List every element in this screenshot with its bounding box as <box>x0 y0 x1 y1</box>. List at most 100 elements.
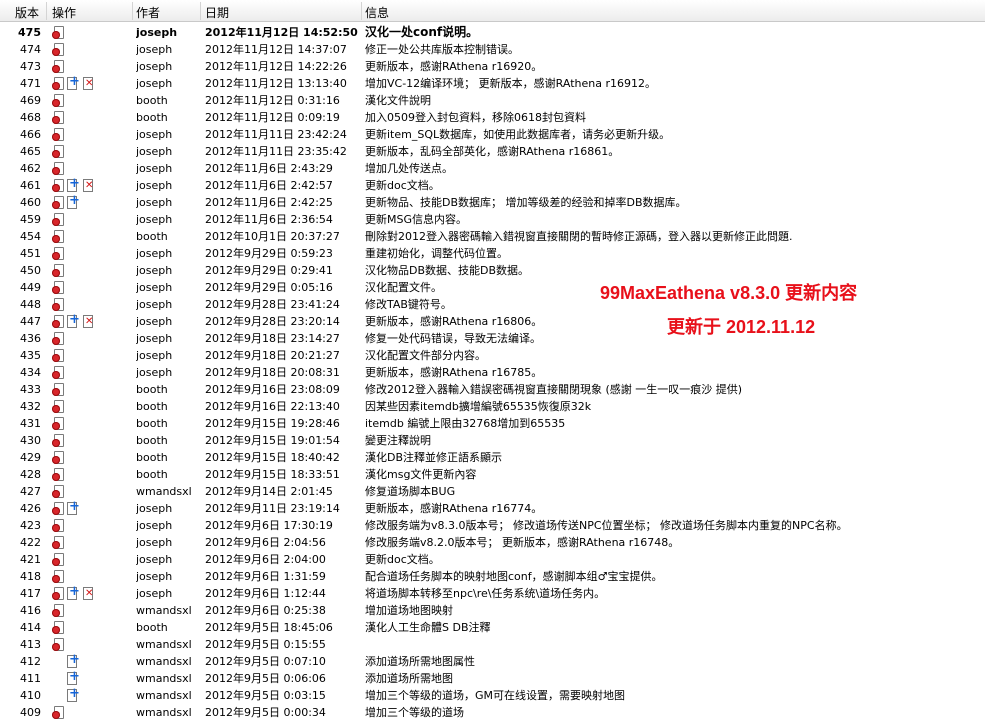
file-delete-icon[interactable] <box>82 587 94 600</box>
file-delete-icon[interactable] <box>82 179 94 192</box>
file-add-icon[interactable] <box>66 687 80 702</box>
file-doc-icon[interactable] <box>52 213 64 226</box>
column-divider[interactable] <box>46 2 47 20</box>
log-row[interactable]: 465 joseph 2012年11月11日 23:35:42 更新版本，乱码全部英化… <box>0 143 985 160</box>
log-row[interactable]: 475 joseph 2012年11月12日 14:52:50 汉化一处conf说明。 <box>0 24 985 41</box>
column-divider[interactable] <box>132 2 133 20</box>
file-doc-icon[interactable] <box>52 43 64 56</box>
date-cell: 2012年9月15日 18:40:42 <box>205 451 340 464</box>
log-row[interactable]: 416 wmandsxl 2012年9月6日 0:25:38 增加道场地图映射 <box>0 602 985 619</box>
column-header-rev[interactable]: 版本 <box>15 4 39 21</box>
file-doc-icon[interactable] <box>52 145 64 158</box>
log-row[interactable]: 409 wmandsxl 2012年9月5日 0:00:34 增加三个等级的道场 <box>0 704 985 721</box>
log-row[interactable]: 462 joseph 2012年11月6日 2:43:29 增加几处传送点。 <box>0 160 985 177</box>
log-row[interactable]: 422 joseph 2012年9月6日 2:04:56 修改服务端v8.2.0版本号… <box>0 534 985 551</box>
file-doc-icon[interactable] <box>52 298 64 311</box>
log-row[interactable]: 429 booth 2012年9月15日 18:40:42 漢化DB注釋並修正語系顯示 <box>0 449 985 466</box>
column-divider[interactable] <box>361 2 362 20</box>
file-doc-icon[interactable] <box>52 536 64 549</box>
log-row[interactable]: 450 joseph 2012年9月29日 0:29:41 汉化物品DB数据、技能DB… <box>0 262 985 279</box>
log-row[interactable]: 436 joseph 2012年9月18日 23:14:27 修复一处代码错误，导致无… <box>0 330 985 347</box>
log-row[interactable]: 454 booth 2012年10月1日 20:37:27 刪除對2012登入器密碼輸… <box>0 228 985 245</box>
file-doc-icon[interactable] <box>52 179 64 192</box>
file-doc-icon[interactable] <box>52 332 64 345</box>
file-doc-icon[interactable] <box>52 383 64 396</box>
file-doc-icon[interactable] <box>52 587 64 600</box>
file-doc-icon[interactable] <box>52 638 64 651</box>
log-row[interactable]: 413 wmandsxl 2012年9月5日 0:15:55 <box>0 636 985 653</box>
log-row[interactable]: 466 joseph 2012年11月11日 23:42:24 更新item_SQL数… <box>0 126 985 143</box>
column-header-date[interactable]: 日期 <box>205 4 229 21</box>
file-doc-icon[interactable] <box>52 247 64 260</box>
file-add-icon[interactable] <box>66 585 80 600</box>
file-doc-icon[interactable] <box>52 26 64 39</box>
log-row[interactable]: 411 wmandsxl 2012年9月5日 0:06:06 添加道场所需地图 <box>0 670 985 687</box>
file-add-icon[interactable] <box>66 194 80 209</box>
log-row[interactable]: 460 joseph 2012年11月6日 2:42:25 更新物品、技能DB数据库；… <box>0 194 985 211</box>
log-row[interactable]: 414 booth 2012年9月5日 18:45:06 漢化人工生命體S DB注釋 <box>0 619 985 636</box>
file-doc-icon[interactable] <box>52 621 64 634</box>
log-row[interactable]: 428 booth 2012年9月15日 18:33:51 漢化msg文件更新內容 <box>0 466 985 483</box>
file-delete-icon[interactable] <box>82 77 94 90</box>
file-doc-icon[interactable] <box>52 264 64 277</box>
log-row[interactable]: 447joseph2012年9月28日 23:20:14更新版本，感谢RAthe… <box>0 313 985 330</box>
file-doc-icon[interactable] <box>52 417 64 430</box>
log-row[interactable]: 468 booth 2012年11月12日 0:09:19 加入0509登入封包資料，… <box>0 109 985 126</box>
file-doc-icon[interactable] <box>52 128 64 141</box>
file-add-icon[interactable] <box>66 670 80 685</box>
file-doc-icon[interactable] <box>52 553 64 566</box>
file-doc-icon[interactable] <box>52 451 64 464</box>
log-row[interactable]: 473 joseph 2012年11月12日 14:22:26 更新版本，感谢RAth… <box>0 58 985 75</box>
file-doc-icon[interactable] <box>52 519 64 532</box>
column-header-message[interactable]: 信息 <box>365 4 389 21</box>
file-doc-icon[interactable] <box>52 111 64 124</box>
file-doc-icon[interactable] <box>52 400 64 413</box>
file-doc-icon[interactable] <box>52 281 64 294</box>
file-doc-icon[interactable] <box>52 485 64 498</box>
log-row[interactable]: 434 joseph 2012年9月18日 20:08:31 更新版本，感谢RAthe… <box>0 364 985 381</box>
file-add-icon[interactable] <box>66 653 80 668</box>
file-doc-icon[interactable] <box>52 94 64 107</box>
log-row[interactable]: 435 joseph 2012年9月18日 20:21:27 汉化配置文件部分内容。 <box>0 347 985 364</box>
log-row[interactable]: 427 wmandsxl 2012年9月14日 2:01:45 修复道场脚本BUG <box>0 483 985 500</box>
log-row[interactable]: 433 booth 2012年9月16日 23:08:09 修改2012登入器輸入錯誤… <box>0 381 985 398</box>
file-add-icon[interactable] <box>66 500 80 515</box>
file-doc-icon[interactable] <box>52 196 64 209</box>
log-row[interactable]: 474 joseph 2012年11月12日 14:37:07 修正一处公共库版本控制… <box>0 41 985 58</box>
log-row[interactable]: 469 booth 2012年11月12日 0:31:16 漢化文件說明 <box>0 92 985 109</box>
log-row[interactable]: 459 joseph 2012年11月6日 2:36:54 更新MSG信息内容。 <box>0 211 985 228</box>
file-doc-icon[interactable] <box>52 468 64 481</box>
log-row[interactable]: 412 wmandsxl 2012年9月5日 0:07:10 添加道场所需地图属性 <box>0 653 985 670</box>
file-doc-icon[interactable] <box>52 60 64 73</box>
file-doc-icon[interactable] <box>52 570 64 583</box>
log-row[interactable]: 471 joseph 2012年11月12日 13:13:40 增加VC-12编译环境… <box>0 75 985 92</box>
file-doc-icon[interactable] <box>52 604 64 617</box>
file-doc-icon[interactable] <box>52 434 64 447</box>
file-doc-icon[interactable] <box>52 315 64 328</box>
file-doc-icon[interactable] <box>52 230 64 243</box>
file-doc-icon[interactable] <box>52 77 64 90</box>
file-doc-icon[interactable] <box>52 349 64 362</box>
file-add-icon[interactable] <box>66 177 80 192</box>
file-doc-icon[interactable] <box>52 162 64 175</box>
log-row[interactable]: 426 joseph 2012年9月11日 23:19:14 更新版本，感谢RAthe… <box>0 500 985 517</box>
column-header-ops[interactable]: 操作 <box>52 4 76 21</box>
log-row[interactable]: 418 joseph 2012年9月6日 1:31:59 配合道场任务脚本的映射地图c… <box>0 568 985 585</box>
file-doc-icon[interactable] <box>52 706 64 719</box>
log-row[interactable]: 431 booth 2012年9月15日 19:28:46 itemdb 編號上限由3… <box>0 415 985 432</box>
file-delete-icon[interactable] <box>82 315 94 328</box>
column-divider[interactable] <box>200 2 201 20</box>
file-add-icon[interactable] <box>66 313 80 328</box>
column-header-author[interactable]: 作者 <box>136 4 160 21</box>
file-doc-icon[interactable] <box>52 502 64 515</box>
log-row[interactable]: 432 booth 2012年9月16日 22:13:40 因某些因素itemdb擴增… <box>0 398 985 415</box>
file-doc-icon[interactable] <box>52 366 64 379</box>
log-row[interactable]: 451 joseph 2012年9月29日 0:59:23 重建初始化，调整代码位置。 <box>0 245 985 262</box>
log-row[interactable]: 430 booth 2012年9月15日 19:01:54 變更注釋說明 <box>0 432 985 449</box>
log-row[interactable]: 421 joseph 2012年9月6日 2:04:00 更新doc文档。 <box>0 551 985 568</box>
log-row[interactable]: 417 joseph 2012年9月6日 1:12:44 将道场脚本转移至npc\re… <box>0 585 985 602</box>
log-row[interactable]: 410 wmandsxl 2012年9月5日 0:03:15 增加三个等级的道场，GM… <box>0 687 985 704</box>
log-row[interactable]: 461 joseph 2012年11月6日 2:42:57 更新doc文档。 <box>0 177 985 194</box>
file-add-icon[interactable] <box>66 75 80 90</box>
log-row[interactable]: 423 joseph 2012年9月6日 17:30:19 修改服务端为v8.3.0版… <box>0 517 985 534</box>
